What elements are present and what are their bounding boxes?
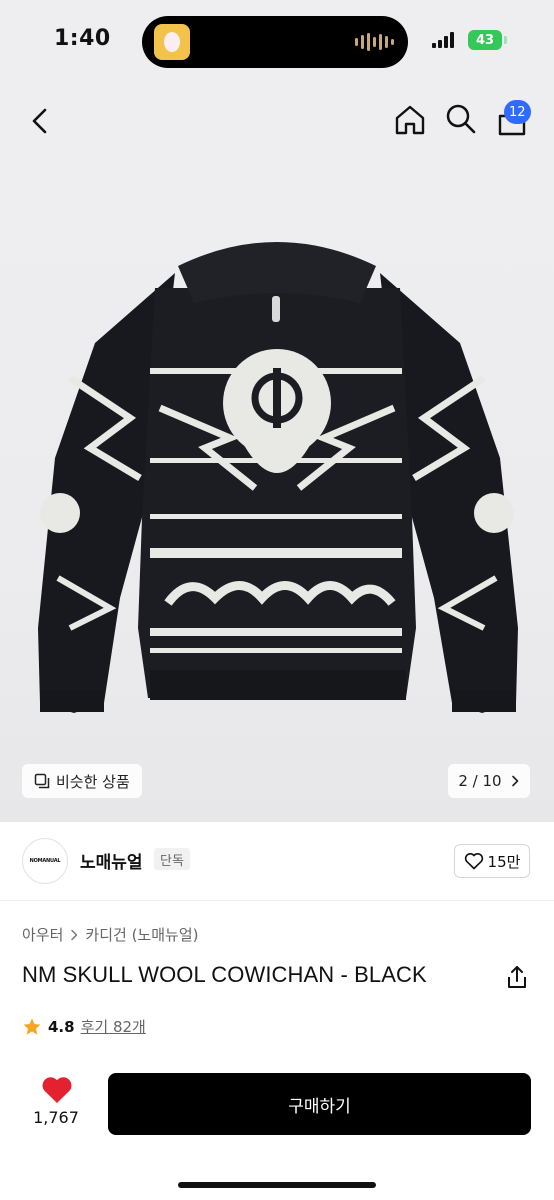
now-playing-artwork	[154, 24, 190, 60]
rating-row: 4.8 후기 82개	[22, 1016, 146, 1037]
heart-outline-icon	[464, 853, 483, 870]
wish-button[interactable]	[40, 1074, 74, 1106]
home-indicator	[178, 1182, 376, 1188]
battery-indicator: 43	[468, 30, 502, 50]
share-icon	[508, 966, 526, 988]
status-time: 1:40	[54, 26, 111, 51]
similar-items-icon	[34, 773, 50, 789]
breadcrumb: 아우터 카디건 (노매뉴얼)	[22, 924, 198, 945]
brand-name[interactable]: 노매뉴얼	[80, 848, 143, 873]
search-icon	[446, 104, 476, 134]
audio-waveform-icon	[355, 32, 394, 52]
wish-count: 1,767	[33, 1108, 79, 1127]
home-icon	[395, 105, 425, 135]
dynamic-island[interactable]	[142, 16, 408, 68]
cellular-signal-icon	[432, 32, 454, 48]
brand-row: NOMANUAL 노매뉴얼 단독 15만	[0, 822, 554, 898]
breadcrumb-item-cardigan[interactable]: 카디건 (노매뉴얼)	[85, 924, 198, 945]
search-button[interactable]	[444, 102, 478, 136]
image-pager[interactable]: 2 / 10	[448, 764, 530, 798]
breadcrumb-item-outer[interactable]: 아우터	[22, 924, 63, 945]
brand-logo-text: NOMANUAL	[29, 858, 61, 864]
back-button[interactable]	[24, 104, 58, 138]
image-pager-label: 2 / 10	[458, 772, 502, 790]
chevron-right-icon	[511, 775, 518, 787]
brand-like-button[interactable]: 15만	[454, 844, 530, 878]
product-title: NM SKULL WOOL COWICHAN - BLACK	[22, 962, 427, 987]
back-icon	[32, 108, 47, 134]
chevron-right-icon	[71, 929, 78, 940]
similar-items-label: 비슷한 상품	[56, 772, 130, 791]
buy-button[interactable]: 구매하기	[108, 1073, 531, 1135]
battery-cap	[504, 36, 507, 44]
star-icon	[23, 1018, 41, 1035]
buy-button-label: 구매하기	[288, 1096, 351, 1117]
similar-items-button[interactable]: 비슷한 상품	[22, 764, 142, 798]
sweater-photo	[38, 242, 518, 713]
home-button[interactable]	[392, 102, 428, 138]
brand-logo[interactable]: NOMANUAL	[22, 838, 68, 884]
product-image[interactable]	[0, 158, 554, 822]
cart-count-badge: 12	[504, 100, 531, 124]
share-button[interactable]	[504, 964, 530, 990]
status-bar: 1:40 43	[0, 0, 554, 86]
battery-level: 43	[475, 32, 495, 48]
rating-value: 4.8	[48, 1017, 75, 1036]
heart-filled-icon	[42, 1077, 72, 1103]
section-divider	[0, 900, 554, 901]
top-nav	[0, 86, 554, 158]
review-link[interactable]: 후기 82개	[81, 1016, 146, 1037]
exclusive-badge: 단독	[154, 848, 190, 870]
brand-like-count: 15만	[487, 852, 521, 871]
